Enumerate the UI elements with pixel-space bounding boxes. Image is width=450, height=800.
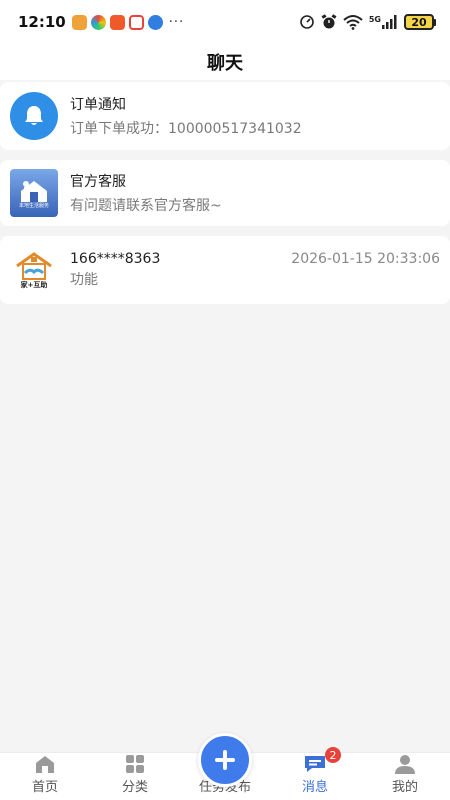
bell-icon bbox=[10, 92, 58, 140]
tab-mine[interactable]: 我的 bbox=[360, 753, 450, 800]
unread-badge: 2 bbox=[325, 747, 341, 763]
speed-icon bbox=[299, 14, 315, 30]
local-life-service-logo: 本地生活服务 bbox=[10, 169, 58, 217]
tab-label: 我的 bbox=[391, 780, 418, 795]
chat-time: 2026-01-15 20:33:06 bbox=[291, 251, 440, 267]
title-bar: 聊天 bbox=[0, 44, 450, 80]
tab-label: 分类 bbox=[121, 780, 148, 795]
chat-preview: 功能 bbox=[70, 272, 98, 288]
page-title: 聊天 bbox=[207, 53, 243, 74]
battery-level: 20 bbox=[404, 14, 434, 30]
logo-caption: 本地生活服务 bbox=[18, 202, 49, 209]
house-handshake-logo: 家+互助 bbox=[10, 246, 58, 294]
system-indicators: 5G 20 bbox=[299, 14, 436, 30]
network-type: 5G bbox=[368, 15, 381, 24]
tab-bar: 首页 分类 任务发布 2 消息 我的 bbox=[0, 733, 450, 800]
app-notification-icon bbox=[109, 14, 125, 30]
battery-icon: 20 bbox=[404, 14, 436, 30]
app-notification-icon bbox=[128, 14, 144, 30]
app-notification-icon bbox=[147, 14, 163, 30]
grid-icon bbox=[125, 753, 145, 774]
chat-name: 官方客服 bbox=[70, 174, 126, 190]
chat-item-user[interactable]: 家+互助 166****8363 2026-01-15 20:33:06 功能 bbox=[0, 236, 450, 304]
wifi-icon bbox=[343, 14, 363, 30]
app-notification-icon bbox=[71, 14, 87, 30]
app-notification-icon bbox=[90, 14, 106, 30]
plus-icon[interactable] bbox=[198, 733, 252, 787]
signal-icon: 5G bbox=[369, 15, 398, 29]
chat-item-official-service[interactable]: 本地生活服务 官方客服 有问题请联系官方客服~ bbox=[0, 160, 450, 226]
notification-icons: ··· bbox=[71, 14, 185, 30]
tab-home[interactable]: 首页 bbox=[0, 753, 90, 800]
tab-messages[interactable]: 2 消息 bbox=[270, 747, 360, 800]
tab-publish-task[interactable]: 任务发布 bbox=[180, 733, 270, 800]
tab-label: 消息 bbox=[301, 780, 328, 795]
status-time: 12:10 bbox=[18, 13, 66, 31]
chat-preview: 订单下单成功：100000517341032 bbox=[70, 121, 302, 137]
user-icon bbox=[394, 753, 416, 774]
chat-name: 订单通知 bbox=[70, 97, 126, 113]
tab-category[interactable]: 分类 bbox=[90, 753, 180, 800]
chat-name: 166****8363 bbox=[70, 251, 161, 267]
tab-label: 首页 bbox=[31, 780, 58, 795]
alarm-icon bbox=[321, 14, 337, 30]
message-icon: 2 bbox=[303, 747, 341, 774]
more-notifications: ··· bbox=[168, 14, 185, 30]
chat-item-order-notification[interactable]: 订单通知 订单下单成功：100000517341032 bbox=[0, 82, 450, 150]
logo-caption: 家+互助 bbox=[20, 280, 48, 289]
status-bar: 12:10 ··· 5G 20 bbox=[0, 0, 450, 44]
home-icon bbox=[34, 753, 56, 774]
chat-preview: 有问题请联系官方客服~ bbox=[70, 198, 222, 214]
